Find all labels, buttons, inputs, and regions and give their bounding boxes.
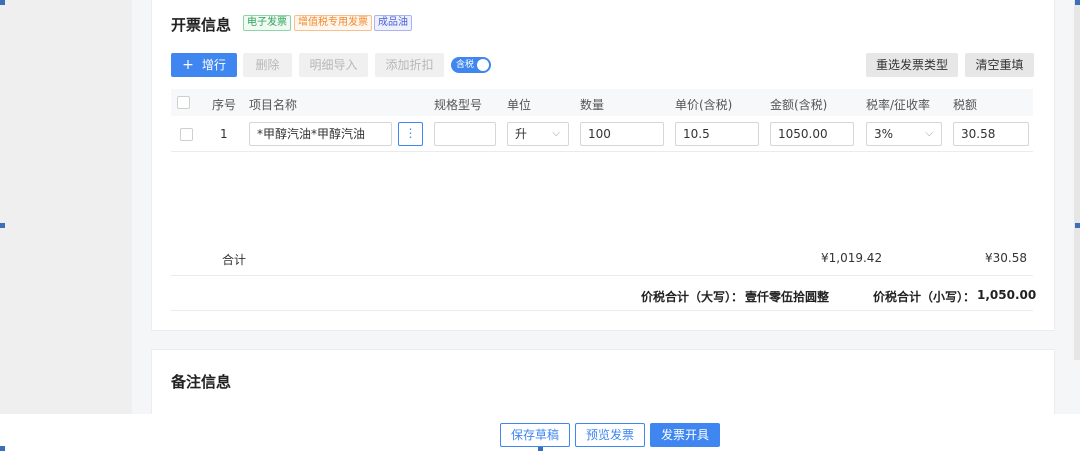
invoice-info-card	[151, 0, 1055, 331]
chevron-down-icon: ⌵	[925, 128, 933, 139]
unit-price-input[interactable]: 10.5	[675, 122, 759, 146]
vat-special-invoice-tag: 增值税专用发票	[294, 15, 372, 31]
invoice-info-title: 开票信息	[171, 16, 232, 34]
amount-input[interactable]: 1050.00	[770, 122, 854, 146]
header-unit-price: 单价(含税)	[675, 98, 733, 112]
header-spec: 规格型号	[434, 98, 483, 112]
total-upper-value: 壹仟零伍拾圆整	[745, 290, 830, 304]
tax-included-toggle[interactable]: 含税	[451, 57, 491, 73]
detail-import-button[interactable]: 明细导入	[299, 53, 368, 77]
select-all-checkbox[interactable]	[177, 96, 190, 109]
tax-rate-select[interactable]: 3% ⌵	[866, 122, 942, 146]
total-lower-value: 1,050.00	[977, 288, 1037, 302]
more-icon: ⋮	[404, 126, 417, 140]
selection-handle	[0, 223, 5, 228]
header-tax: 税额	[953, 98, 978, 112]
row-checkbox[interactable]	[180, 128, 193, 141]
tax-rate-value: 3%	[874, 127, 894, 141]
total-amount: ¥1,019.42	[821, 251, 883, 265]
preview-invoice-button[interactable]: 预览发票	[575, 423, 645, 447]
selection-handle	[0, 0, 5, 5]
total-lower-label: 价税合计（小写）：	[873, 290, 976, 304]
total-upper-label: 价税合计（大写）：	[641, 290, 744, 304]
tax-included-label: 含税	[456, 60, 475, 70]
spec-input[interactable]	[434, 122, 496, 146]
totals-bottom-divider	[171, 310, 1033, 311]
header-item-name: 项目名称	[249, 98, 298, 112]
refined-oil-tag: 成品油	[374, 15, 412, 31]
issue-invoice-button[interactable]: 发票开具	[650, 423, 720, 447]
clear-refill-button[interactable]: 清空重填	[965, 53, 1034, 77]
row-divider	[171, 151, 1033, 152]
remarks-card	[151, 349, 1055, 419]
more-options-button[interactable]: ⋮	[398, 122, 423, 146]
header-unit: 单位	[507, 98, 532, 112]
quantity-input[interactable]: 100	[580, 122, 664, 146]
delete-button[interactable]: 删除	[243, 53, 292, 77]
right-scrollbar[interactable]	[1074, 0, 1080, 360]
left-panel	[0, 0, 132, 414]
remarks-title: 备注信息	[171, 373, 232, 391]
header-quantity: 数量	[580, 98, 605, 112]
selection-handle	[1075, 223, 1080, 228]
plus-icon: +	[182, 57, 194, 73]
unit-select[interactable]: 升 ⌵	[507, 122, 569, 146]
tax-amount-input[interactable]: 30.58	[953, 122, 1029, 146]
row-index: 1	[220, 127, 228, 141]
add-row-label: 增行	[201, 58, 226, 72]
add-discount-button[interactable]: 添加折扣	[375, 53, 444, 77]
header-amount: 金额(含税)	[770, 98, 828, 112]
totals-divider	[171, 275, 1033, 276]
electronic-invoice-tag: 电子发票	[243, 15, 291, 31]
total-tax: ¥30.58	[985, 251, 1027, 265]
header-index: 序号	[212, 98, 237, 112]
selection-handle	[0, 446, 5, 451]
totals-label: 合计	[222, 253, 247, 267]
unit-value: 升	[515, 127, 528, 141]
item-name-input[interactable]: *甲醇汽油*甲醇汽油	[249, 122, 392, 146]
add-row-button[interactable]: + 增行	[171, 53, 237, 77]
header-tax-rate: 税率/征收率	[866, 98, 931, 112]
toggle-knob	[477, 59, 489, 71]
save-draft-button[interactable]: 保存草稿	[500, 423, 570, 447]
chevron-down-icon: ⌵	[552, 128, 560, 139]
reselect-invoice-type-button[interactable]: 重选发票类型	[866, 53, 958, 77]
selection-handle	[1075, 0, 1080, 5]
